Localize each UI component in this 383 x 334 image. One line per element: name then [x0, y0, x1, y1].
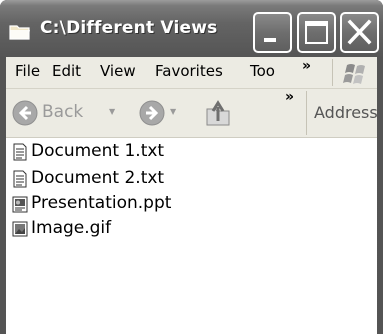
address-label: Address — [314, 103, 377, 122]
explorer-window: C:\Different Views File Edit View Favori… — [0, 0, 383, 334]
standard-toolbar: Back ▼ ▼ » Address — [6, 89, 377, 138]
title-bar[interactable]: C:\Different Views — [0, 0, 383, 57]
window-title: C:\Different Views — [40, 18, 218, 38]
minimize-icon — [264, 38, 276, 42]
toolbar-separator — [306, 91, 307, 135]
file-list: Document 1.txt Document 2.txt Presentati… — [6, 138, 377, 334]
file-name: Document 2.txt — [31, 168, 165, 188]
forward-dropdown-arrow[interactable]: ▼ — [170, 107, 176, 116]
close-icon — [347, 19, 372, 45]
back-button-label[interactable]: Back — [42, 102, 83, 122]
minimize-button[interactable] — [253, 12, 292, 53]
maximize-icon — [305, 21, 328, 44]
folder-icon — [9, 25, 30, 40]
file-name: Presentation.ppt — [31, 193, 172, 213]
close-button[interactable] — [340, 12, 379, 53]
text-file-icon — [13, 170, 27, 188]
menu-overflow-chevron[interactable]: » — [302, 58, 311, 74]
menu-edit[interactable]: Edit — [52, 62, 81, 80]
menu-bar: File Edit View Favorites Too » — [6, 57, 377, 89]
menu-view[interactable]: View — [100, 62, 136, 80]
forward-arrow-icon[interactable] — [139, 100, 165, 126]
back-arrow-icon[interactable] — [12, 100, 38, 126]
menu-favorites[interactable]: Favorites — [155, 62, 223, 80]
menu-tools[interactable]: Too — [250, 62, 275, 80]
window-client-area: File Edit View Favorites Too » Back ▼ ▼ … — [6, 57, 377, 334]
up-folder-icon[interactable] — [204, 97, 234, 129]
powerpoint-file-icon — [12, 196, 28, 213]
image-file-icon — [12, 221, 28, 237]
toolbar-overflow-chevron[interactable]: » — [285, 89, 294, 105]
menu-separator — [332, 59, 333, 86]
text-file-icon — [13, 143, 27, 161]
file-name: Image.gif — [31, 218, 112, 238]
menu-file[interactable]: File — [15, 62, 40, 80]
windows-flag-icon — [343, 64, 365, 84]
back-dropdown-arrow[interactable]: ▼ — [109, 107, 115, 116]
file-name: Document 1.txt — [31, 141, 165, 161]
maximize-button[interactable] — [297, 12, 336, 53]
